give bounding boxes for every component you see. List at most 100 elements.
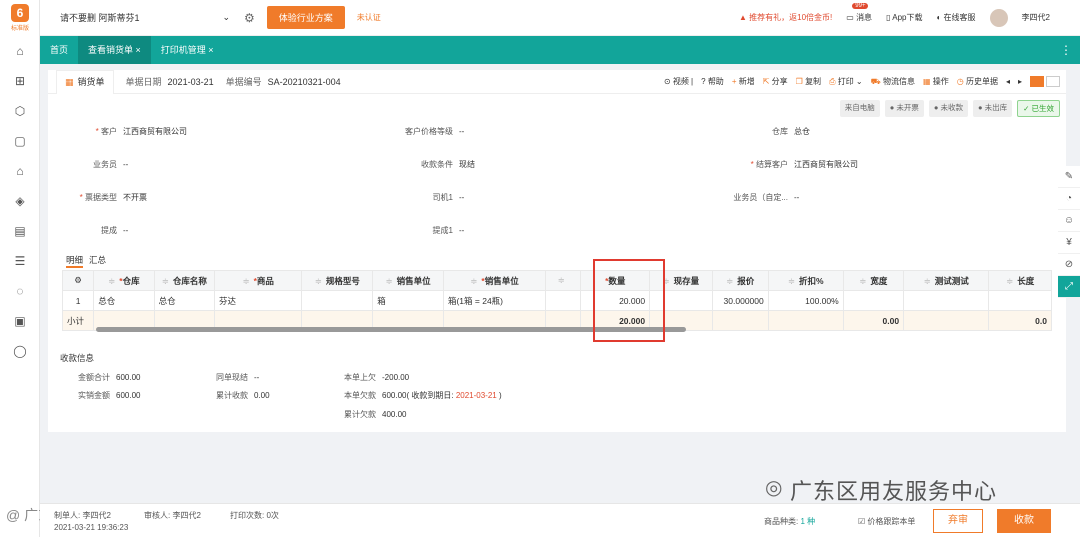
tab-home[interactable]: 首页 — [40, 36, 78, 64]
history-button[interactable]: ◷ 历史单据 — [957, 76, 998, 87]
cell-spec[interactable] — [301, 290, 374, 311]
print-button[interactable]: ⎙ 打印 ⌄ — [829, 76, 863, 87]
invoice-type-value[interactable]: 不开票 — [123, 193, 147, 202]
cell-warehouse[interactable]: 总仓 — [93, 290, 155, 311]
col-spec-text: 规格型号 — [325, 275, 360, 286]
report-icon[interactable]: ☰ — [0, 246, 40, 276]
col-width[interactable]: ≑ 宽度 — [842, 270, 905, 291]
note-icon[interactable]: ✎ — [1058, 166, 1080, 188]
driver-value[interactable]: -- — [459, 193, 464, 202]
attach-icon[interactable]: ⊘ — [1058, 254, 1080, 276]
copy-button[interactable]: ❐ 复制 — [796, 76, 821, 87]
face-icon[interactable]: ☺ — [1058, 210, 1080, 232]
list-view-icon[interactable] — [1030, 76, 1044, 87]
gift-icon[interactable]: ⊞ — [0, 66, 40, 96]
loop-icon[interactable]: ◌ — [0, 276, 40, 306]
timestamp: 2021-03-21 19:36:23 — [54, 523, 129, 532]
help-button[interactable]: ? 帮助 — [701, 76, 724, 87]
col-warehouse[interactable]: ≑ *仓库 — [93, 270, 155, 291]
cell-test[interactable] — [903, 290, 990, 311]
subtotal-cell — [711, 310, 769, 331]
col-sale-unit[interactable]: ≑ 销售单位 — [372, 270, 444, 291]
user-name[interactable]: 李四代2 — [1022, 12, 1050, 23]
bonus-value[interactable]: -- — [123, 226, 128, 235]
logistics-button[interactable]: ⛟ 物流信息 — [871, 76, 915, 87]
industry-solution-button[interactable]: 体验行业方案 — [266, 6, 345, 29]
more-icon[interactable]: ⋮ — [1060, 43, 1072, 57]
tab-detail[interactable]: 明细 — [66, 254, 84, 268]
avatar[interactable] — [989, 8, 1008, 27]
tab-view-sales-order[interactable]: 查看销货单 × — [78, 36, 151, 64]
card-view-icon[interactable] — [1046, 76, 1060, 87]
cell-length[interactable] — [988, 290, 1052, 311]
cell-product[interactable]: 芬达 — [213, 290, 303, 311]
salesman-value[interactable]: -- — [123, 160, 128, 169]
expand-icon[interactable]: ⤢ — [1058, 276, 1080, 298]
cell-warehouse-name[interactable]: 总仓 — [153, 290, 215, 311]
col-test[interactable]: ≑ 测试测试 — [903, 270, 990, 291]
bag-icon[interactable]: ▢ — [0, 126, 40, 156]
table-row[interactable]: 1 总仓 总仓 芬达 箱 箱(1箱 = 24瓶) 20.000 30.00000… — [61, 290, 1052, 311]
col-length[interactable]: ≑ 长度 — [988, 270, 1052, 291]
app-logo[interactable]: 6 标准版 — [0, 0, 40, 36]
share-button[interactable]: ⇱ 分享 — [763, 76, 788, 87]
salesman-custom-value[interactable]: -- — [794, 193, 799, 202]
tab-printer-management[interactable]: 打印机管理 × — [151, 36, 224, 64]
prev-arrow-icon[interactable]: ◂ — [1006, 77, 1010, 86]
company-selector[interactable]: 请不要删 阿斯蒂芬1 ⌄ — [60, 11, 230, 24]
box-icon[interactable]: ⬡ — [0, 96, 40, 126]
col-sort-blank[interactable]: ≑ — [544, 270, 582, 291]
warehouse-icon[interactable]: ⌂ — [0, 156, 40, 186]
driver-label: 司机1 — [432, 193, 453, 202]
collect-payment-button[interactable]: 收款 — [997, 509, 1051, 533]
doc-type-tab[interactable]: ▦ 销货单 — [56, 69, 114, 94]
pay-terms-label: 收款条件 — [421, 160, 453, 169]
messages-button[interactable]: ▭ 99+ 消息 — [846, 3, 872, 23]
app-download-button[interactable]: ▯ App下载 — [886, 12, 922, 23]
col-product[interactable]: ≑ *商品 — [213, 270, 303, 291]
referral-promo[interactable]: ▲ 推荐有礼，返10倍金币! — [739, 12, 832, 23]
pay-terms-value[interactable]: 现结 — [459, 160, 475, 169]
previous-owed-value: -200.00 — [382, 373, 410, 382]
next-arrow-icon[interactable]: ▸ — [1018, 77, 1022, 86]
cell-width[interactable] — [842, 290, 905, 311]
col-discount[interactable]: ≑ 折扣% — [767, 270, 844, 291]
reject-audit-button[interactable]: 弃审 — [933, 509, 983, 533]
home-icon[interactable]: ⌂ — [0, 36, 40, 66]
cell-price[interactable]: 30.000000 — [711, 290, 769, 311]
uncertified-link[interactable]: 未认证 — [357, 12, 381, 23]
copy-label: 复制 — [805, 77, 822, 86]
support-button[interactable]: ◐ 在线客服 — [936, 12, 975, 23]
cell-unit[interactable]: 箱 — [372, 290, 444, 311]
video-button[interactable]: ⊙ 视频 | — [664, 76, 693, 87]
col-sale-unit-2[interactable]: ≑ *销售单位 — [442, 270, 546, 291]
same-order-settle-label: 同单现结 — [216, 373, 248, 382]
operate-button[interactable]: ▦ 操作 — [923, 76, 949, 87]
gear-icon[interactable]: ⚙ — [244, 11, 255, 25]
col-warehouse-name[interactable]: ≑ 仓库名称 — [153, 270, 215, 291]
new-button[interactable]: + 新增 — [732, 76, 755, 87]
col-spec[interactable]: ≑ 规格型号 — [301, 270, 374, 291]
invoice-status-chip: ● 未开票 — [884, 100, 924, 117]
bonus1-value[interactable]: -- — [459, 226, 464, 235]
order-owed-note-pre: ( 收款到期日: — [406, 391, 456, 400]
book-icon[interactable]: ▣ — [0, 306, 40, 336]
ear-icon[interactable]: ◔ — [1058, 188, 1080, 210]
customer-value[interactable]: 江西商贸有限公司 — [123, 127, 187, 136]
settle-customer-value[interactable]: 江西商贸有限公司 — [794, 160, 858, 169]
fee-icon[interactable]: ¥ — [1058, 232, 1080, 254]
col-price[interactable]: ≑ 报价 — [711, 270, 769, 291]
chat-icon[interactable]: ◯ — [0, 336, 40, 366]
tab-summary[interactable]: 汇总 — [89, 254, 106, 268]
previous-owed-label: 本单上欠 — [344, 373, 376, 382]
subtotal-label: 小计 — [61, 310, 95, 331]
order-icon: ▦ — [65, 77, 74, 87]
cell-unit-2[interactable]: 箱(1箱 = 24瓶) — [442, 290, 546, 311]
warehouse-value[interactable]: 总仓 — [794, 127, 810, 136]
money-icon[interactable]: ◈ — [0, 186, 40, 216]
auditor-info: 审核人: 李四代2 — [144, 511, 201, 520]
document-icon[interactable]: ▤ — [0, 216, 40, 246]
price-track-checkbox[interactable]: ☑ 价格跟踪本单 — [858, 516, 915, 527]
cell-discount[interactable]: 100.00% — [767, 290, 844, 311]
column-settings-icon[interactable]: ⚙ — [61, 270, 95, 291]
